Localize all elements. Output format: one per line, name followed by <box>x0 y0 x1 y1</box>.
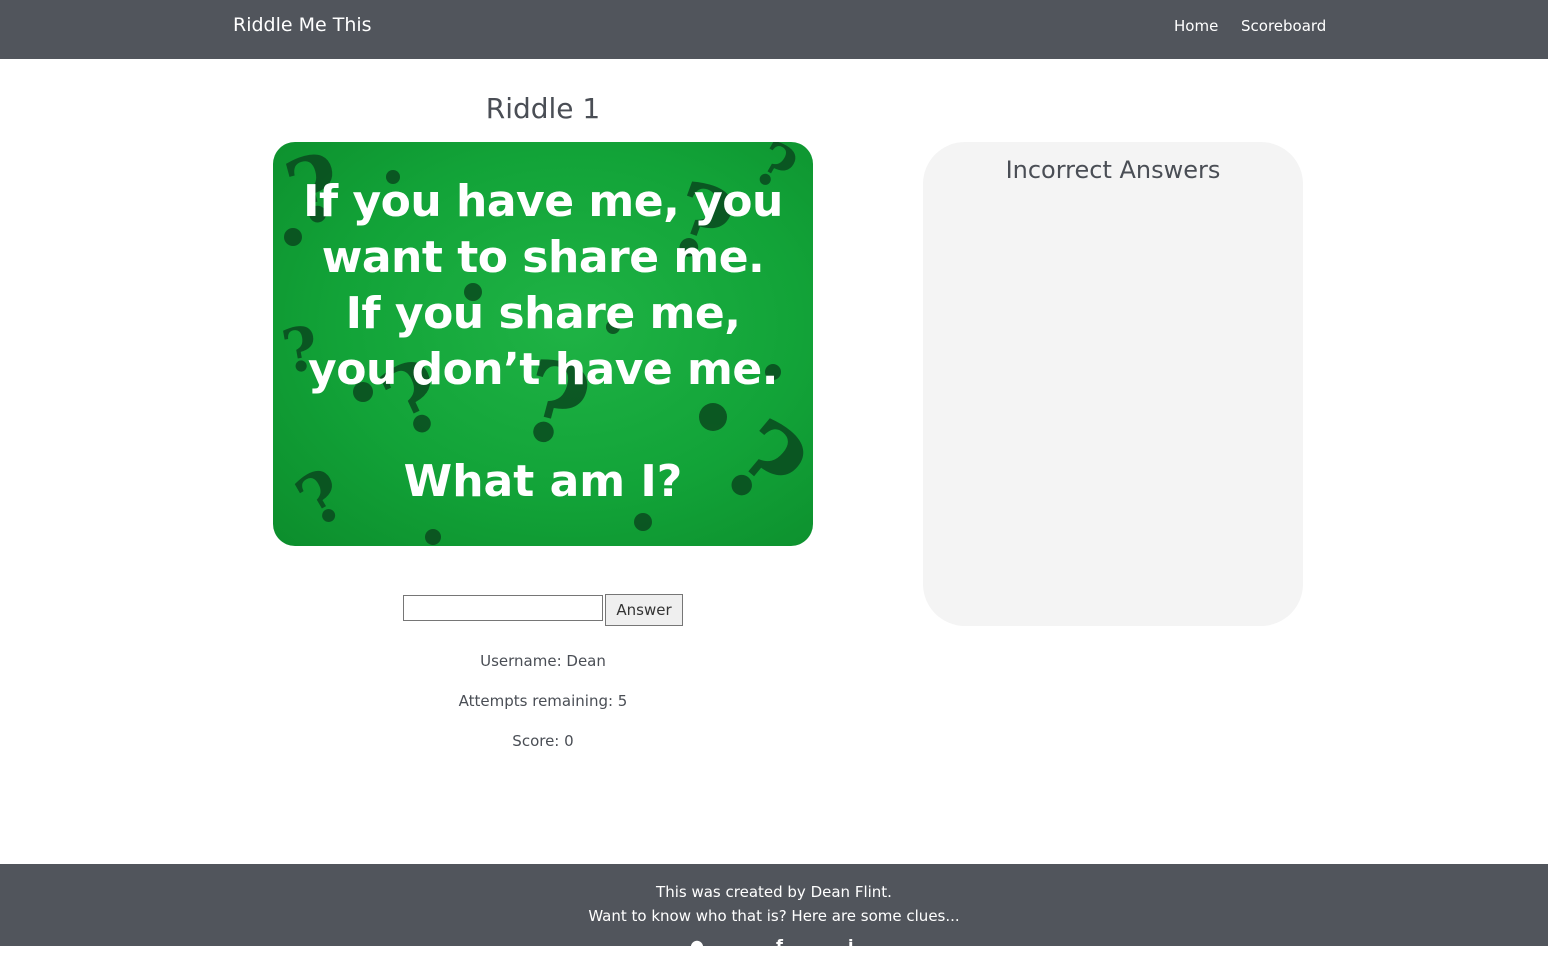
username-text: Username: Dean <box>480 652 606 670</box>
attempts-remaining-text: Attempts remaining: 5 <box>458 692 628 710</box>
footer-credit-text: This was created by Dean Flint. <box>656 883 892 901</box>
answer-button[interactable]: Answer <box>605 594 683 626</box>
riddle-text: If you have me, you want to share me. If… <box>303 176 783 395</box>
riddle-question: What am I? <box>403 456 683 507</box>
score-text: Score: 0 <box>512 732 574 750</box>
incorrect-answers-panel: Incorrect Answers <box>923 142 1303 626</box>
top-navbar: Riddle Me This Home Scoreboard <box>0 0 1548 59</box>
riddle-image: ? ? ? ? ? ? ? ? If you have me, you want… <box>273 142 813 546</box>
riddle-title: Riddle 1 <box>485 92 601 125</box>
nav-home-link[interactable]: Home <box>1174 17 1218 35</box>
brand-link[interactable]: Riddle Me This <box>233 14 372 36</box>
incorrect-answers-title: Incorrect Answers <box>1005 156 1221 184</box>
footer-clues-text: Want to know who that is? Here are some … <box>588 907 960 925</box>
facebook-icon[interactable]: f <box>776 938 783 954</box>
footer: This was created by Dean Flint. Want to … <box>0 864 1548 954</box>
answer-input[interactable] <box>403 595 603 621</box>
linkedin-icon[interactable]: i <box>848 938 853 954</box>
footer-social-icons: ● f i <box>680 938 880 954</box>
github-icon[interactable]: ● <box>690 938 704 954</box>
nav-scoreboard-link[interactable]: Scoreboard <box>1241 17 1326 35</box>
